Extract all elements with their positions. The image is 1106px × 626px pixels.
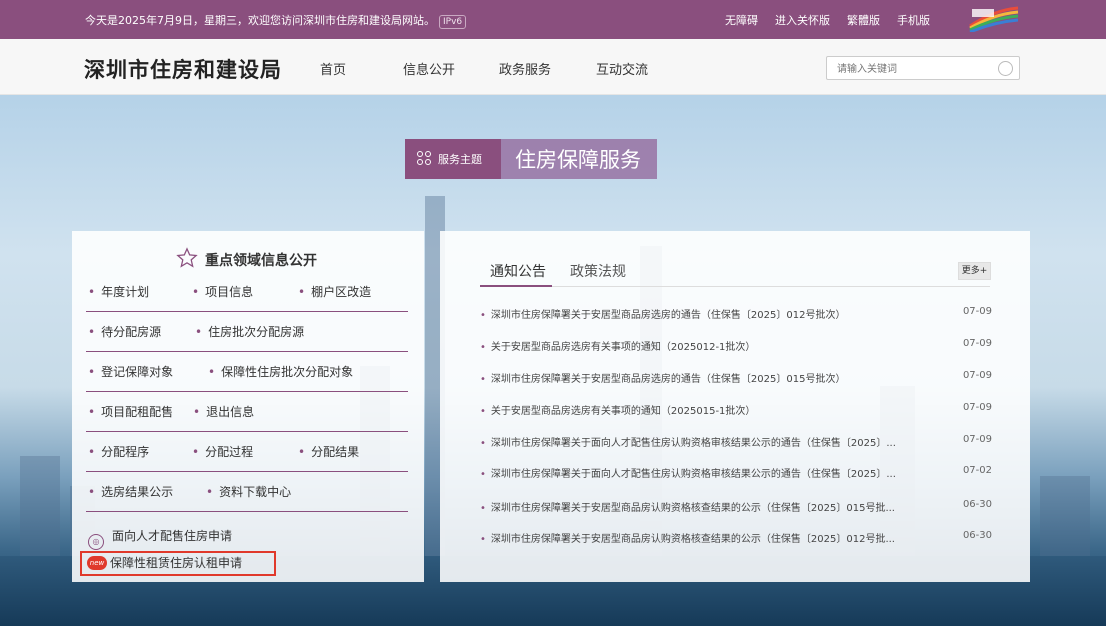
link-batch-allocation-beneficiaries[interactable]: 保障性住房批次分配对象 [208,363,353,380]
notice-panel: 通知公告 政策法规 更多+ 深圳市住房保障署关于安居型商品房选房的通告（住保售〔… [440,231,1030,582]
nav-interaction[interactable]: 互动交流 [596,59,648,78]
link-allocation-procedure[interactable]: 分配程序 [88,443,149,460]
service-theme-banner: 服务主题 住房保障服务 [405,139,657,179]
notice-item[interactable]: 关于安居型商品房选房有关事项的通知（2025015-1批次）07-09 [480,402,992,417]
site-title[interactable]: 深圳市住房和建设局 [84,54,282,84]
ipv6-badge: IPv6 [439,15,467,29]
link-project-info[interactable]: 项目信息 [192,283,253,300]
link-exit-info[interactable]: 退出信息 [193,403,254,420]
notice-item[interactable]: 关于安居型商品房选房有关事项的通知（2025012-1批次）07-09 [480,338,992,353]
notice-item[interactable]: 深圳市住房保障署关于安居型商品房认购资格核查结果的公示（住保售〔2025〕015… [480,499,992,514]
notice-item[interactable]: 深圳市住房保障署关于安居型商品房认购资格核查结果的公示（住保售〔2025〕012… [480,530,992,545]
service-theme-tag: 服务主题 [405,139,501,179]
info-row: 登记保障对象 保障性住房批次分配对象 [86,352,408,392]
link-shantytown-renovation[interactable]: 棚户区改造 [298,283,371,300]
search-icon[interactable] [998,61,1013,76]
link-project-rental-sale[interactable]: 项目配租配售 [88,403,173,420]
traditional-chinese-link[interactable]: 繁體版 [847,14,880,27]
link-allocation-result[interactable]: 分配结果 [298,443,359,460]
talent-housing-application[interactable]: ◎ 面向人才配售住房申请 [88,527,232,550]
info-row: 分配程序 分配过程 分配结果 [86,432,408,472]
nav-home[interactable]: 首页 [320,59,346,78]
tab-notices[interactable]: 通知公告 [490,261,546,281]
nav-info-disclosure[interactable]: 信息公开 [403,59,455,78]
link-selection-result[interactable]: 选房结果公示 [88,483,173,500]
info-row: 待分配房源 住房批次分配房源 [86,312,408,352]
search-box [826,56,1020,81]
site-header: 深圳市住房和建设局 首页 信息公开 政务服务 互动交流 [0,39,1106,95]
tab-underline [480,285,990,287]
search-input[interactable] [827,58,987,81]
info-row: 选房结果公示 资料下载中心 [86,472,408,512]
star-icon [176,247,198,268]
new-badge: new [87,556,107,570]
care-version-link[interactable]: 进入关怀版 [775,14,830,27]
application-icon: ◎ [88,534,104,550]
notice-item[interactable]: 深圳市住房保障署关于面向人才配售住房认购资格审核结果公示的通告（住保售〔2025… [480,465,992,480]
notice-item[interactable]: 深圳市住房保障署关于安居型商品房选房的通告（住保售〔2025〕015号批次）07… [480,370,992,385]
rental-housing-application[interactable]: new 保障性租赁住房认租申请 [80,551,276,576]
info-row: 年度计划 项目信息 棚户区改造 [86,272,408,312]
link-batch-allocation-housing[interactable]: 住房批次分配房源 [195,323,304,340]
accessibility-link[interactable]: 无障碍 [725,14,758,27]
link-download-center[interactable]: 资料下载中心 [206,483,291,500]
welcome-text: 今天是2025年7月9日，星期三，欢迎您访问深圳市住房和建设局网站。 IPv6 [85,12,467,29]
more-button[interactable]: 更多+ [958,262,991,280]
link-allocation-process[interactable]: 分配过程 [192,443,253,460]
link-registered-beneficiaries[interactable]: 登记保障对象 [88,363,173,380]
service-theme-name: 住房保障服务 [501,139,657,179]
mobile-version-link[interactable]: 手机版 [897,14,930,27]
grid-icon [417,151,433,167]
info-row: 项目配租配售 退出信息 [86,392,408,432]
tab-policies[interactable]: 政策法规 [570,261,626,281]
top-bar: 今天是2025年7月9日，星期三，欢迎您访问深圳市住房和建设局网站。 IPv6 无… [0,0,1106,39]
key-info-title: 重点领域信息公开 [205,253,317,269]
top-links: 无障碍 进入关怀版 繁體版 手机版 [725,12,947,28]
notice-item[interactable]: 深圳市住房保障署关于安居型商品房选房的通告（住保售〔2025〕012号批次）07… [480,306,992,321]
link-annual-plan[interactable]: 年度计划 [88,283,149,300]
notice-item[interactable]: 深圳市住房保障署关于面向人才配售住房认购资格审核结果公示的通告（住保售〔2025… [480,434,992,449]
link-housing-to-allocate[interactable]: 待分配房源 [88,323,161,340]
key-info-panel: 重点领域信息公开 年度计划 项目信息 棚户区改造 待分配房源 住房批次分配房源 … [72,231,424,582]
nav-government-services[interactable]: 政务服务 [499,59,551,78]
colorful-logo-icon[interactable] [968,6,1020,32]
